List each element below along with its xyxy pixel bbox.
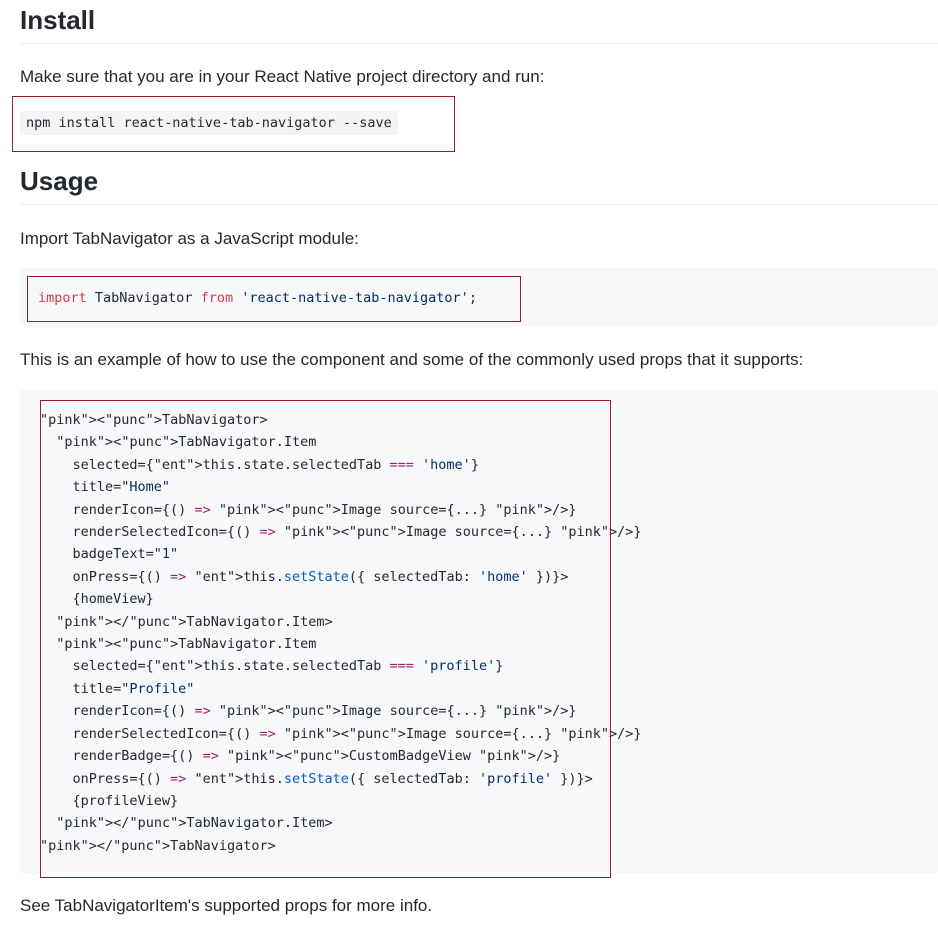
install-heading: Install (20, 5, 96, 35)
example-description: This is an example of how to use the com… (20, 350, 804, 369)
install-description: Make sure that you are in your React Nat… (20, 67, 545, 86)
usage-heading: Usage (20, 166, 99, 196)
usage-heading-rule (20, 204, 938, 205)
footer-note: See TabNavigatorItem's supported props f… (20, 896, 433, 915)
import-code-highlight-box (27, 276, 521, 322)
import-description: Import TabNavigator as a JavaScript modu… (20, 229, 359, 248)
install-command-highlight-box (12, 96, 455, 152)
install-heading-rule (20, 43, 938, 44)
example-code-highlight-box (40, 400, 611, 878)
